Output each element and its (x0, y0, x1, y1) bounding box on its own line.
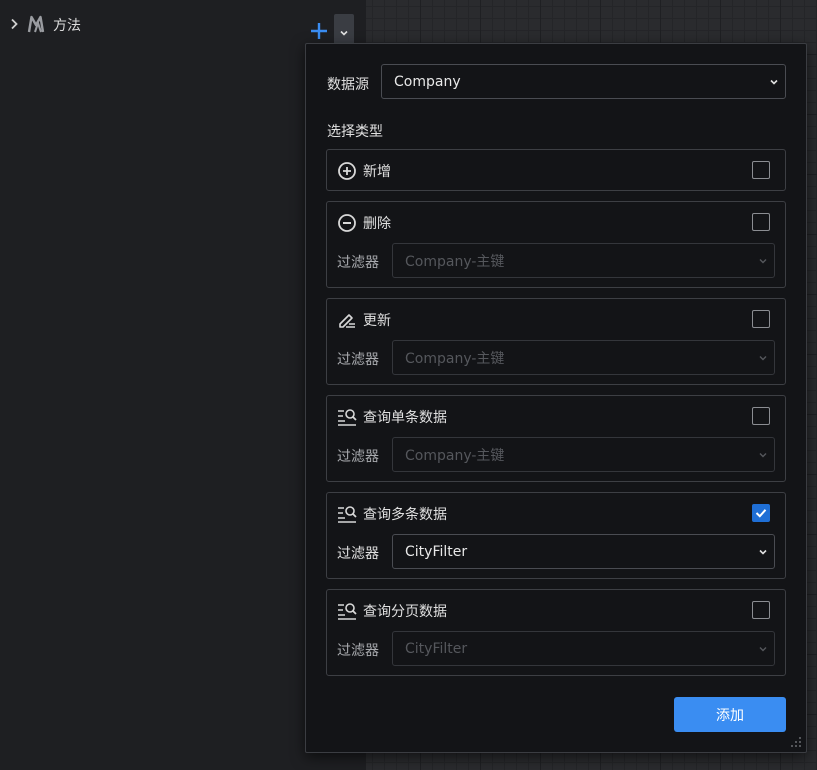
filter-label: 过滤器 (337, 643, 379, 659)
chevron-down-icon (759, 549, 767, 555)
filter-value: Company-主键 (405, 447, 505, 464)
filter-value: CityFilter (405, 640, 468, 657)
type-card-query-single: 查询单条数据 过滤器 Company-主键 (326, 395, 786, 482)
filter-label: 过滤器 (337, 255, 379, 271)
type-title: 删除 (363, 216, 391, 232)
filter-value: Company-主键 (405, 350, 505, 367)
edit-icon (337, 310, 357, 330)
filter-label: 过滤器 (337, 449, 379, 465)
filter-select[interactable]: Company-主键 (392, 243, 775, 278)
type-card-update: 更新 过滤器 Company-主键 (326, 298, 786, 385)
type-checkbox[interactable] (752, 161, 770, 179)
type-checkbox[interactable] (752, 310, 770, 328)
chevron-down-icon (759, 355, 767, 360)
type-card-create: 新增 (326, 149, 786, 191)
type-card-query-paged: 查询分页数据 过滤器 CityFilter (326, 589, 786, 676)
filter-select[interactable]: Company-主键 (392, 340, 775, 375)
datasource-select[interactable]: Company (381, 64, 786, 99)
filter-value: CityFilter (405, 543, 468, 560)
datasource-value: Company (394, 73, 461, 90)
method-icon (27, 13, 49, 35)
checkmark-icon (755, 509, 767, 518)
chevron-right-icon[interactable] (7, 16, 21, 32)
search-list-icon (337, 407, 357, 427)
minus-circle-icon (337, 213, 357, 233)
search-list-icon (337, 601, 357, 621)
type-title: 更新 (363, 313, 391, 329)
type-title: 查询多条数据 (363, 507, 447, 523)
resize-handle-icon[interactable] (790, 736, 802, 748)
type-checkbox[interactable] (752, 407, 770, 425)
filter-select[interactable]: Company-主键 (392, 437, 775, 472)
filter-label: 过滤器 (337, 546, 379, 562)
add-method-button[interactable] (308, 18, 330, 44)
datasource-label: 数据源 (327, 77, 369, 93)
filter-select[interactable]: CityFilter (392, 534, 775, 569)
plus-circle-icon (337, 161, 357, 181)
chevron-down-icon (340, 30, 348, 36)
type-checkbox[interactable] (752, 213, 770, 231)
filter-select[interactable]: CityFilter (392, 631, 775, 666)
chevron-down-icon (770, 79, 778, 85)
filter-label: 过滤器 (337, 352, 379, 368)
type-title: 查询单条数据 (363, 410, 447, 426)
search-list-icon (337, 504, 357, 524)
add-method-popup: 数据源 Company 选择类型 新增 删除 过滤器 Company-主键 更新… (305, 43, 807, 753)
type-card-query-multiple: 查询多条数据 过滤器 CityFilter (326, 492, 786, 579)
chevron-down-icon (759, 646, 767, 651)
type-checkbox[interactable] (752, 504, 770, 522)
select-type-label: 选择类型 (327, 124, 383, 140)
type-card-delete: 删除 过滤器 Company-主键 (326, 201, 786, 288)
chevron-down-icon (759, 452, 767, 457)
tree-item-methods[interactable]: 方法 (0, 8, 366, 51)
filter-value: Company-主键 (405, 253, 505, 270)
type-title: 新增 (363, 164, 391, 180)
type-checkbox[interactable] (752, 601, 770, 619)
tree-item-label: 方法 (53, 18, 81, 34)
type-title: 查询分页数据 (363, 604, 447, 620)
chevron-down-icon (759, 258, 767, 263)
add-button[interactable]: 添加 (674, 697, 786, 732)
